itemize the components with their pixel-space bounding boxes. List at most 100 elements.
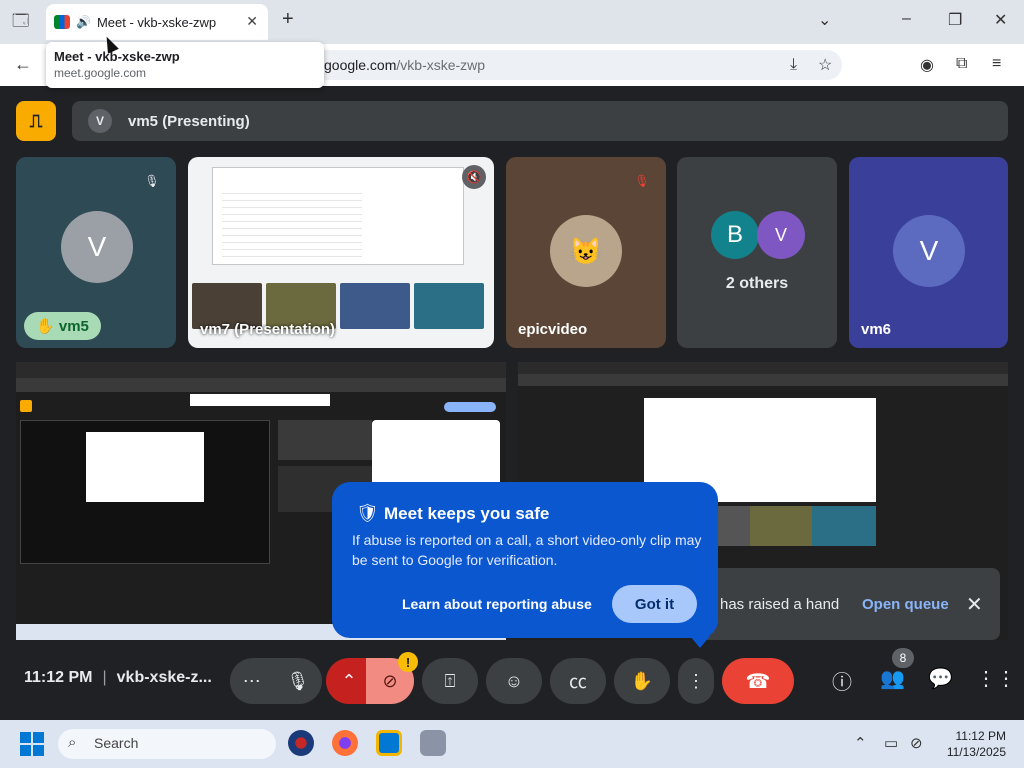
presenting-label: vm5 (Presenting) bbox=[128, 112, 250, 130]
tile-name: vm5 bbox=[58, 317, 89, 335]
meet-stage: ⎍ V vm5 (Presenting) V 🎙 ✋ vm5 🔇 vm7 (Pr… bbox=[0, 86, 1024, 720]
avatar: B bbox=[711, 211, 759, 259]
hover-card-url: meet.google.com bbox=[54, 66, 147, 80]
participant-tile-vm7[interactable]: 🔇 vm7 (Presentation) bbox=[188, 157, 494, 348]
app-icon[interactable] bbox=[420, 730, 446, 756]
system-clock[interactable]: 11:12 PM 11/13/2025 bbox=[947, 728, 1006, 760]
avatar: V bbox=[893, 215, 965, 287]
meeting-time: 11:12 PM bbox=[24, 669, 93, 686]
chevron-up-icon[interactable]: ⌃ bbox=[854, 734, 867, 752]
toast-text: has raised a hand bbox=[720, 596, 840, 613]
profile-icon[interactable]: ◉ bbox=[920, 55, 934, 75]
tile-name: vm7 (Presentation) bbox=[200, 321, 336, 338]
audio-group: ⋯ 🎙 bbox=[230, 658, 322, 704]
presentation-icon[interactable]: ⎍ bbox=[16, 101, 56, 141]
tile-name: epicvideo bbox=[518, 321, 588, 338]
more-audio-icon[interactable]: ⋯ bbox=[243, 671, 261, 692]
safety-callout: 🛡 Meet keeps you safe If abuse is report… bbox=[332, 482, 718, 648]
meet-control-bar: 11:12 PM | vkb-xske-z... ⋯ 🎙 ⌃ ⊘ ! ⍐ ☺ ㏄ ✋… bbox=[0, 646, 1024, 720]
back-icon[interactable]: ← bbox=[14, 54, 32, 75]
browser-tab[interactable]: 🔊 Meet - vkb-xske-zwp ✕ bbox=[46, 4, 268, 40]
hand-icon: ✋ bbox=[36, 318, 59, 335]
tile-name: vm6 bbox=[861, 321, 892, 338]
meet-logo-icon bbox=[54, 15, 70, 29]
extensions-icon[interactable]: ⧉ bbox=[956, 55, 967, 73]
windows-taskbar: ⌕ Search ⌃ ▭ ⊘ 11:12 PM 11/13/2025 bbox=[0, 720, 1024, 768]
captions-icon: ㏄ bbox=[569, 672, 587, 692]
new-tab-icon[interactable]: + bbox=[282, 8, 294, 31]
close-tab-icon[interactable]: ✕ bbox=[246, 13, 258, 30]
speaker-icon[interactable]: 🔊 bbox=[76, 15, 91, 29]
avatar: V bbox=[757, 211, 805, 259]
search-icon: ⌕ bbox=[68, 734, 77, 751]
shared-sharing-bar bbox=[190, 394, 330, 406]
end-call-button[interactable]: ☎ bbox=[722, 658, 794, 704]
activities-icon[interactable]: ⋮⋮ bbox=[976, 666, 1016, 691]
nested-chat-panel bbox=[372, 420, 500, 486]
shared-address-bar bbox=[16, 378, 506, 392]
present-screen-button[interactable]: ⍐ bbox=[422, 658, 478, 704]
people-count-badge: 8 bbox=[892, 648, 914, 668]
shared-stop-button bbox=[444, 402, 496, 412]
camera-off-icon: ⊘ bbox=[382, 670, 398, 691]
more-vert-icon: ⋮ bbox=[687, 670, 705, 691]
shared-present-icon bbox=[20, 400, 32, 412]
callout-body: If abuse is reported on a call, a short … bbox=[352, 532, 702, 568]
presenting-bar[interactable]: V vm5 (Presenting) bbox=[72, 101, 1008, 141]
close-icon[interactable]: ✕ bbox=[966, 592, 983, 617]
close-window-icon[interactable]: ✕ bbox=[994, 10, 1007, 30]
present-icon: ⍐ bbox=[444, 670, 456, 691]
raised-hand-toast: has raised a hand Open queue ✕ bbox=[700, 568, 1000, 640]
menu-icon[interactable]: ≡ bbox=[992, 55, 1001, 73]
app-icon[interactable] bbox=[376, 730, 402, 756]
mic-off-icon: 🎙 bbox=[634, 174, 650, 188]
callout-title: Meet keeps you safe bbox=[384, 504, 550, 523]
presenter-avatar: V bbox=[88, 109, 112, 133]
chat-icon[interactable]: 💬 bbox=[928, 666, 953, 691]
learn-abuse-link[interactable]: Learn about reporting abuse bbox=[402, 596, 592, 612]
participant-tile-others[interactable]: B V 2 others bbox=[677, 157, 837, 348]
mic-off-icon: 🎙 bbox=[144, 174, 160, 188]
people-icon[interactable]: 👥 bbox=[880, 666, 905, 691]
more-options-button[interactable]: ⋮ bbox=[678, 658, 714, 704]
participant-tile-vm6[interactable]: V vm6 bbox=[849, 157, 1008, 348]
tab-title: Meet - vkb-xske-zwp bbox=[96, 14, 217, 30]
minimize-icon[interactable]: – bbox=[902, 10, 911, 28]
shared-address-bar bbox=[518, 374, 1008, 386]
warning-badge: ! bbox=[398, 652, 418, 672]
reactions-button[interactable]: ☺ bbox=[486, 658, 542, 704]
network-icon[interactable]: ⊘ bbox=[910, 734, 923, 752]
got-it-button[interactable]: Got it bbox=[612, 585, 697, 623]
open-queue-link[interactable]: Open queue bbox=[862, 596, 949, 613]
clock-time: 11:12 PM bbox=[955, 729, 1006, 743]
mic-icon[interactable]: 🎙 bbox=[286, 671, 309, 692]
taskbar-search[interactable]: ⌕ Search bbox=[58, 729, 276, 759]
participant-tile-epicvideo[interactable]: 😺 🎙 epicvideo bbox=[506, 157, 666, 348]
emoji-icon: ☺ bbox=[504, 670, 524, 691]
raise-hand-button[interactable]: ✋ bbox=[614, 658, 670, 704]
firefox-icon[interactable] bbox=[332, 730, 358, 756]
avatar: V bbox=[61, 211, 133, 283]
install-icon[interactable]: ⤓ bbox=[790, 56, 797, 74]
nested-window bbox=[86, 432, 204, 502]
tab-search-icon[interactable]: 🗔 bbox=[12, 10, 29, 37]
hover-card-title: Meet - vkb-xske-zwp bbox=[54, 49, 180, 64]
divider: | bbox=[102, 669, 107, 686]
bookmark-star-icon[interactable]: ☆ bbox=[818, 55, 832, 75]
clock-date: 11/13/2025 bbox=[946, 745, 1006, 759]
hand-icon: ✋ bbox=[630, 670, 654, 691]
dropdown-list bbox=[222, 187, 362, 257]
participant-tile-vm5[interactable]: V 🎙 ✋ vm5 bbox=[16, 157, 176, 348]
display-icon[interactable]: ▭ bbox=[884, 734, 898, 752]
windows-start-icon[interactable] bbox=[20, 732, 44, 756]
raised-hand-badge: ✋ vm5 bbox=[24, 312, 101, 340]
url-host: google.com bbox=[324, 57, 397, 73]
captions-button[interactable]: ㏄ bbox=[550, 658, 606, 704]
thumbnail-image bbox=[414, 283, 484, 329]
chevron-down-icon[interactable]: ⌄ bbox=[818, 10, 831, 30]
maximize-icon[interactable]: ❐ bbox=[948, 10, 962, 30]
info-icon[interactable]: ⓘ bbox=[832, 666, 852, 695]
nested-tile bbox=[278, 420, 372, 460]
meeting-info: 11:12 PM | vkb-xske-z... bbox=[24, 669, 212, 687]
app-icon[interactable] bbox=[288, 730, 314, 756]
